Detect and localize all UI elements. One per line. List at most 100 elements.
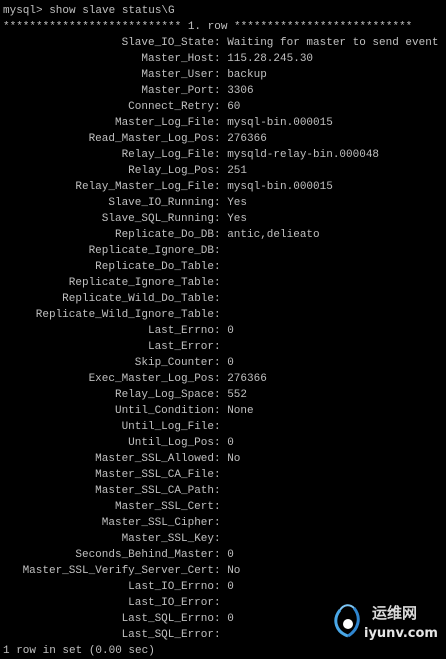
field-key: Relay_Log_File <box>121 149 214 161</box>
status-field-row: Slave_SQL_Running: Yes <box>3 211 446 227</box>
status-field-row: Replicate_Ignore_Table: <box>3 275 446 291</box>
field-key: Until_Log_File <box>121 421 214 433</box>
field-key: Seconds_Behind_Master <box>75 549 214 561</box>
terminal-output: mysql> show slave status\G *************… <box>3 3 446 659</box>
field-separator: : <box>214 357 228 369</box>
field-separator: : <box>214 501 228 513</box>
field-separator: : <box>214 597 228 609</box>
field-separator: : <box>214 421 228 433</box>
field-separator: : <box>214 261 228 273</box>
field-separator: : <box>214 549 228 561</box>
field-separator: : <box>214 293 228 305</box>
field-value: 115.28.245.30 <box>227 53 314 65</box>
field-key: Master_SSL_Cert <box>114 501 214 513</box>
status-field-row: Master_SSL_Verify_Server_Cert: No <box>3 563 446 579</box>
field-separator: : <box>214 213 228 225</box>
field-separator: : <box>214 341 228 353</box>
field-key: Master_Port <box>141 85 214 97</box>
field-key: Slave_SQL_Running <box>101 213 214 225</box>
status-field-row: Slave_IO_State: Waiting for master to se… <box>3 35 446 51</box>
field-value: backup <box>227 69 267 81</box>
status-field-row: Master_SSL_Cipher: <box>3 515 446 531</box>
field-value: None <box>227 405 254 417</box>
field-separator: : <box>214 165 228 177</box>
field-value: 0 <box>227 325 234 337</box>
field-value: No <box>227 565 241 577</box>
field-key: Last_IO_Error <box>128 597 214 609</box>
field-key: Replicate_Ignore_Table <box>68 277 214 289</box>
field-value: 3306 <box>227 85 254 97</box>
field-separator: : <box>214 485 228 497</box>
status-field-row: Last_Errno: 0 <box>3 323 446 339</box>
field-key: Master_SSL_Cipher <box>101 517 214 529</box>
field-key: Last_SQL_Errno <box>121 613 214 625</box>
field-key: Slave_IO_Running <box>108 197 214 209</box>
field-separator: : <box>214 517 228 529</box>
field-separator: : <box>214 37 228 49</box>
status-field-list: Slave_IO_State: Waiting for master to se… <box>3 35 446 643</box>
status-field-row: Master_User: backup <box>3 67 446 83</box>
field-key: Skip_Counter <box>134 357 214 369</box>
field-key: Replicate_Do_DB <box>114 229 214 241</box>
field-key: Slave_IO_State <box>121 37 214 49</box>
field-separator: : <box>214 437 228 449</box>
field-key: Until_Log_Pos <box>128 437 214 449</box>
field-value: Yes <box>227 213 248 225</box>
field-key: Last_SQL_Error <box>121 629 214 641</box>
field-key: Until_Condition <box>114 405 214 417</box>
field-separator: : <box>214 373 228 385</box>
watermark-site-name: 运维网 <box>372 604 418 622</box>
field-value: 276366 <box>227 373 267 385</box>
field-key: Master_SSL_Verify_Server_Cert <box>22 565 214 577</box>
field-separator: : <box>214 69 228 81</box>
field-separator: : <box>214 629 228 641</box>
field-key: Connect_Retry <box>128 101 214 113</box>
status-field-row: Read_Master_Log_Pos: 276366 <box>3 131 446 147</box>
status-field-row: Relay_Log_Pos: 251 <box>3 163 446 179</box>
field-value: 0 <box>227 581 234 593</box>
field-separator: : <box>214 197 228 209</box>
status-field-row: Exec_Master_Log_Pos: 276366 <box>3 371 446 387</box>
field-key: Master_Log_File <box>114 117 214 129</box>
status-field-row: Master_Port: 3306 <box>3 83 446 99</box>
status-field-row: Replicate_Do_Table: <box>3 259 446 275</box>
status-field-row: Master_SSL_CA_File: <box>3 467 446 483</box>
field-key: Relay_Master_Log_File <box>75 181 214 193</box>
field-value: 0 <box>227 437 234 449</box>
status-field-row: Connect_Retry: 60 <box>3 99 446 115</box>
status-field-row: Replicate_Wild_Do_Table: <box>3 291 446 307</box>
watermark-url: iyunv.com <box>364 626 438 641</box>
field-separator: : <box>214 117 228 129</box>
field-key: Read_Master_Log_Pos <box>88 133 214 145</box>
site-watermark: 运维网 iyunv.com <box>328 596 440 652</box>
field-separator: : <box>214 277 228 289</box>
field-key: Replicate_Ignore_DB <box>88 245 214 257</box>
field-separator: : <box>214 309 228 321</box>
field-key: Last_Error <box>147 341 214 353</box>
field-value: 0 <box>227 357 234 369</box>
field-separator: : <box>214 53 228 65</box>
command-prompt: mysql> show slave status\G <box>3 5 175 17</box>
field-value: 0 <box>227 613 234 625</box>
field-separator: : <box>214 533 228 545</box>
field-separator: : <box>214 149 228 161</box>
field-separator: : <box>214 229 228 241</box>
field-separator: : <box>214 85 228 97</box>
status-field-row: Master_SSL_CA_Path: <box>3 483 446 499</box>
status-field-row: Skip_Counter: 0 <box>3 355 446 371</box>
field-separator: : <box>214 245 228 257</box>
status-field-row: Last_IO_Errno: 0 <box>3 579 446 595</box>
field-key: Master_SSL_CA_File <box>95 469 214 481</box>
field-key: Exec_Master_Log_Pos <box>88 373 214 385</box>
status-field-row: Relay_Log_Space: 552 <box>3 387 446 403</box>
field-value: 276366 <box>227 133 267 145</box>
field-value: 251 <box>227 165 248 177</box>
field-separator: : <box>214 181 228 193</box>
status-field-row: Relay_Master_Log_File: mysql-bin.000015 <box>3 179 446 195</box>
field-key: Relay_Log_Pos <box>128 165 214 177</box>
field-key: Master_SSL_CA_Path <box>95 485 214 497</box>
field-separator: : <box>214 565 228 577</box>
field-value: mysql-bin.000015 <box>227 117 333 129</box>
field-separator: : <box>214 389 228 401</box>
field-separator: : <box>214 581 228 593</box>
